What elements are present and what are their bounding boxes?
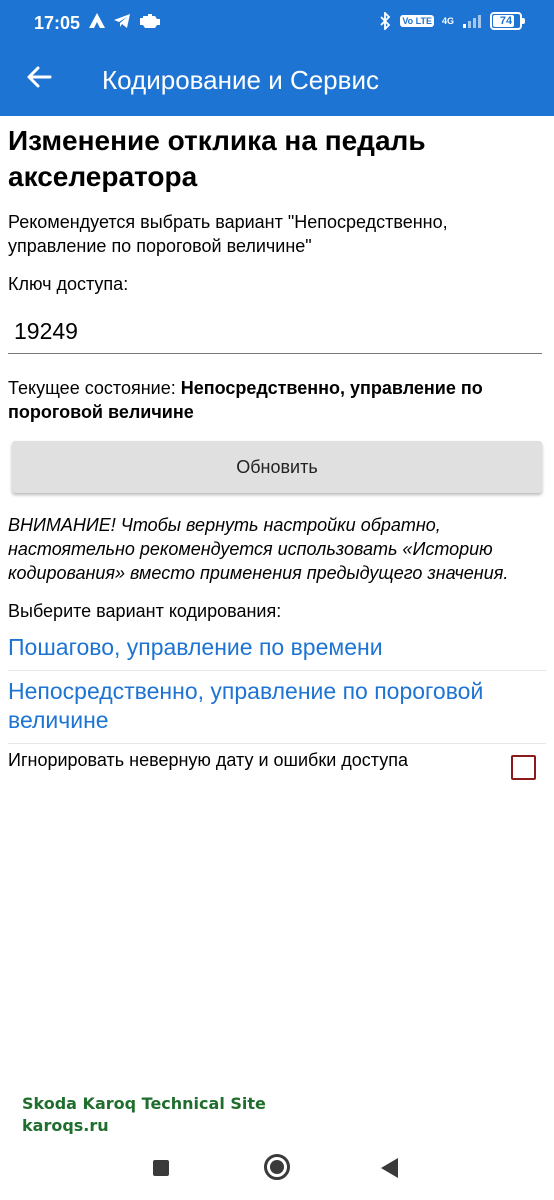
back-arrow-icon[interactable]	[22, 60, 56, 94]
status-time: 17:05	[34, 13, 81, 33]
telegram-icon	[114, 14, 130, 28]
current-state: Текущее состояние: Непосредственно, упра…	[8, 376, 546, 424]
access-key-input[interactable]	[14, 314, 542, 348]
app-bar: Кодирование и Сервис	[0, 48, 554, 116]
choose-variant-label: Выберите вариант кодирования:	[8, 601, 282, 621]
app-a-icon	[89, 13, 105, 28]
app-bar-title: Кодирование и Сервис	[102, 65, 379, 95]
main-content: Изменение отклика на педаль акселератора…	[8, 122, 546, 788]
engine-check-icon	[140, 14, 160, 28]
ignore-errors-checkbox[interactable]	[511, 755, 536, 780]
system-status-icons: Vo LTE 4G 74	[378, 12, 525, 30]
current-state-label: Текущее состояние:	[8, 378, 181, 398]
signal-icon	[463, 15, 481, 28]
bluetooth-icon	[380, 12, 391, 30]
page-title: Изменение отклика на педаль акселератора	[8, 125, 426, 192]
watermark-line1: Skoda Karoq Technical Site	[22, 1094, 266, 1113]
refresh-button[interactable]: Обновить	[12, 441, 542, 493]
recent-apps-icon[interactable]	[153, 1160, 169, 1176]
warning-text: ВНИМАНИЕ! Чтобы вернуть настройки обратн…	[8, 515, 509, 583]
access-key-field-wrapper	[8, 314, 542, 354]
nav-back-icon[interactable]	[381, 1158, 398, 1178]
navigation-bar	[0, 1134, 554, 1200]
volte-icon: Vo LTE	[400, 15, 434, 27]
battery-icon: 74	[490, 12, 525, 30]
option-stepwise-time[interactable]: Пошагово, управление по времени	[8, 627, 546, 671]
network-type-label: 4G	[441, 16, 454, 26]
home-icon[interactable]	[264, 1154, 290, 1180]
notification-icons	[88, 12, 162, 30]
watermark: Skoda Karoq Technical Site karoqs.ru	[22, 1093, 266, 1137]
status-bar: 17:05 Vo LTE 4G 74	[0, 0, 554, 48]
ignore-errors-row: Игнорировать неверную дату и ошибки дост…	[8, 744, 546, 788]
access-key-label: Ключ доступа:	[8, 274, 129, 294]
recommendation-text: Рекомендуется выбрать вариант "Непосредс…	[8, 212, 448, 256]
option-direct-threshold[interactable]: Непосредственно, управление по пороговой…	[8, 671, 546, 744]
battery-level: 74	[499, 15, 513, 27]
ignore-errors-label: Игнорировать неверную дату и ошибки дост…	[8, 750, 408, 770]
